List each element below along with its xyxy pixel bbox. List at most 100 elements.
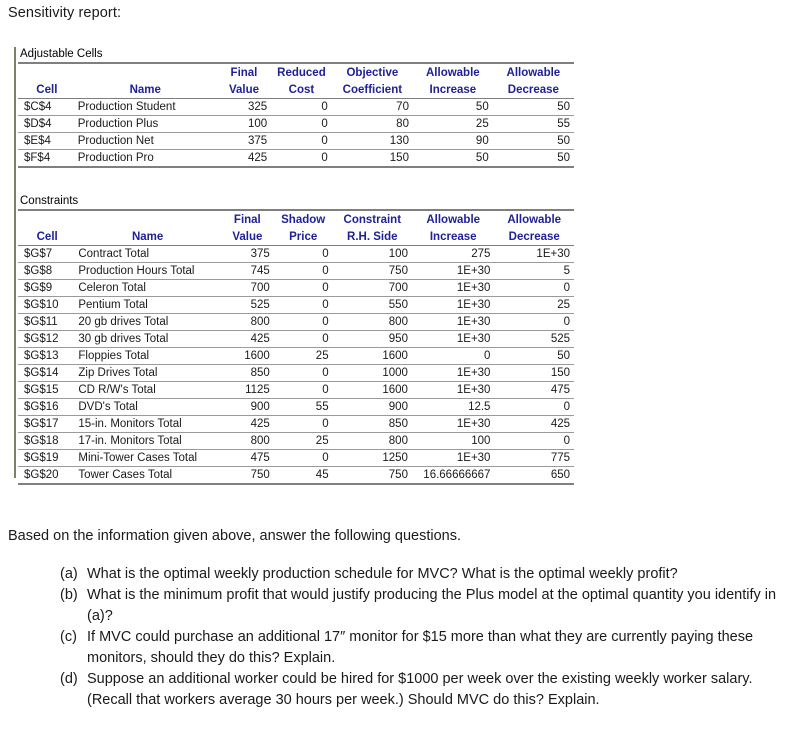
cell-allowable-increase: 1E+30 — [411, 279, 495, 297]
cell-rhs: 750 — [332, 466, 412, 485]
cell-rhs: 850 — [332, 415, 412, 433]
cell-final-value: 525 — [220, 296, 274, 314]
cell-reduced-cost: 0 — [271, 115, 332, 133]
cell-final-value: 375 — [216, 132, 272, 150]
header-allowable-2: Allowable — [494, 209, 574, 228]
cell-final-value: 800 — [220, 313, 274, 331]
cell-rhs: 950 — [332, 330, 412, 348]
cell-allowable-increase: 90 — [412, 132, 493, 150]
header-final: Final — [216, 62, 272, 81]
constraints-thead: Final Shadow Constraint Allowable Allowa… — [18, 209, 574, 246]
constraints-table: Final Shadow Constraint Allowable Allowa… — [18, 209, 574, 485]
cell-ref: $G$18 — [18, 432, 75, 450]
cell-final-value: 1600 — [220, 347, 274, 365]
questions-intro: Based on the information given above, an… — [8, 528, 462, 544]
table-header-row-bottom: Cell Name Value Cost Coefficient Increas… — [18, 81, 574, 99]
cell-shadow-price: 0 — [273, 313, 333, 331]
table-row: $E$4 Production Net 375 0 130 90 50 — [18, 132, 574, 150]
header-constraint: Constraint — [332, 209, 412, 228]
cell-allowable-decrease: 50 — [492, 132, 574, 150]
table-row: $G$10 Pentium Total 525 0 550 1E+30 25 — [18, 296, 574, 314]
cell-allowable-increase: 12.5 — [411, 398, 495, 416]
cell-rhs: 550 — [332, 296, 412, 314]
cell-allowable-increase: 25 — [412, 115, 493, 133]
cell-allowable-decrease: 0 — [494, 432, 574, 450]
questions-section: Based on the information given above, an… — [8, 526, 792, 711]
cell-name: 17-in. Monitors Total — [74, 432, 221, 450]
cell-ref: $E$4 — [18, 132, 74, 150]
table-header-row-top: Final Shadow Constraint Allowable Allowa… — [18, 209, 574, 228]
cell-ref: $G$9 — [18, 279, 75, 297]
cell-name: Production Plus — [73, 115, 217, 133]
cell-final-value: 425 — [220, 415, 274, 433]
cell-ref: $G$19 — [18, 449, 75, 467]
report-left-border — [14, 47, 16, 478]
cell-final-value: 850 — [220, 364, 274, 382]
cell-allowable-decrease: 25 — [494, 296, 574, 314]
cell-allowable-decrease: 475 — [494, 381, 574, 399]
cell-name: Production Student — [73, 98, 217, 116]
questions-list: (a) What is the optimal weekly productio… — [8, 564, 792, 711]
table-row: $F$4 Production Pro 425 0 150 50 50 — [18, 149, 574, 168]
cell-final-value: 700 — [220, 279, 274, 297]
cell-name: 15-in. Monitors Total — [74, 415, 221, 433]
table-row: $G$13 Floppies Total 1600 25 1600 0 50 — [18, 347, 574, 365]
question-text: If MVC could purchase an additional 17″ … — [87, 629, 754, 666]
table-row: $G$20 Tower Cases Total 750 45 750 16.66… — [18, 466, 574, 485]
header-cost: Cost — [271, 81, 332, 99]
cell-allowable-increase: 1E+30 — [411, 296, 495, 314]
cell-name: 30 gb drives Total — [74, 330, 221, 348]
cell-ref: $G$10 — [18, 296, 75, 314]
page-title: Sensitivity report: — [8, 5, 122, 21]
adjustable-cells-thead: Final Reduced Objective Allowable Allowa… — [18, 62, 574, 99]
constraints-section: Constraints Final Shadow Constraint Allo… — [18, 194, 574, 485]
cell-rhs: 1600 — [332, 381, 412, 399]
cell-shadow-price: 0 — [273, 262, 333, 280]
cell-final-value: 900 — [220, 398, 274, 416]
cell-allowable-increase: 1E+30 — [411, 330, 495, 348]
cell-rhs: 800 — [332, 432, 412, 450]
header-coefficient: Coefficient — [331, 81, 413, 99]
cell-objective-coefficient: 130 — [331, 132, 413, 150]
cell-reduced-cost: 0 — [271, 132, 332, 150]
cell-reduced-cost: 0 — [271, 149, 332, 168]
question-marker: (c) — [60, 629, 77, 645]
cell-allowable-increase: 1E+30 — [411, 313, 495, 331]
cell-ref: $G$14 — [18, 364, 75, 382]
cell-allowable-increase: 275 — [411, 245, 495, 263]
question-marker: (a) — [60, 565, 78, 582]
header-name: Name — [73, 81, 217, 99]
table-row: $G$19 Mini-Tower Cases Total 475 0 1250 … — [18, 449, 574, 467]
header-objective: Objective — [331, 62, 413, 81]
cell-final-value: 100 — [216, 115, 272, 133]
cell-shadow-price: 0 — [273, 449, 333, 467]
cell-final-value: 425 — [216, 149, 272, 168]
cell-shadow-price: 0 — [273, 330, 333, 348]
cell-allowable-increase: 1E+30 — [411, 449, 495, 467]
cell-shadow-price: 45 — [273, 466, 333, 485]
cell-allowable-decrease: 50 — [492, 149, 574, 168]
cell-final-value: 475 — [220, 449, 274, 467]
header-shadow: Shadow — [273, 209, 333, 228]
cell-name: Production Hours Total — [74, 262, 221, 280]
cell-shadow-price: 0 — [273, 296, 333, 314]
header-final: Final — [220, 209, 274, 228]
cell-ref: $G$17 — [18, 415, 75, 433]
cell-final-value: 800 — [220, 432, 274, 450]
cell-name: Pentium Total — [74, 296, 221, 314]
table-row: $G$8 Production Hours Total 745 0 750 1E… — [18, 262, 574, 280]
table-header-row-bottom: Cell Name Value Price R.H. Side Increase… — [18, 228, 574, 246]
cell-name: Zip Drives Total — [74, 364, 221, 382]
cell-allowable-decrease: 55 — [492, 115, 574, 133]
cell-name: Celeron Total — [74, 279, 221, 297]
list-item: (c) If MVC could purchase an additional … — [60, 627, 792, 668]
list-item: (b) What is the minimum profit that woul… — [60, 585, 792, 626]
cell-allowable-increase: 1E+30 — [411, 415, 495, 433]
cell-name: Mini-Tower Cases Total — [74, 449, 221, 467]
cell-final-value: 325 — [216, 98, 272, 116]
cell-rhs: 750 — [332, 262, 412, 280]
cell-ref: $G$11 — [18, 313, 75, 331]
header-reduced: Reduced — [271, 62, 332, 81]
header-increase: Increase — [412, 81, 493, 99]
header-price: Price — [273, 228, 333, 246]
